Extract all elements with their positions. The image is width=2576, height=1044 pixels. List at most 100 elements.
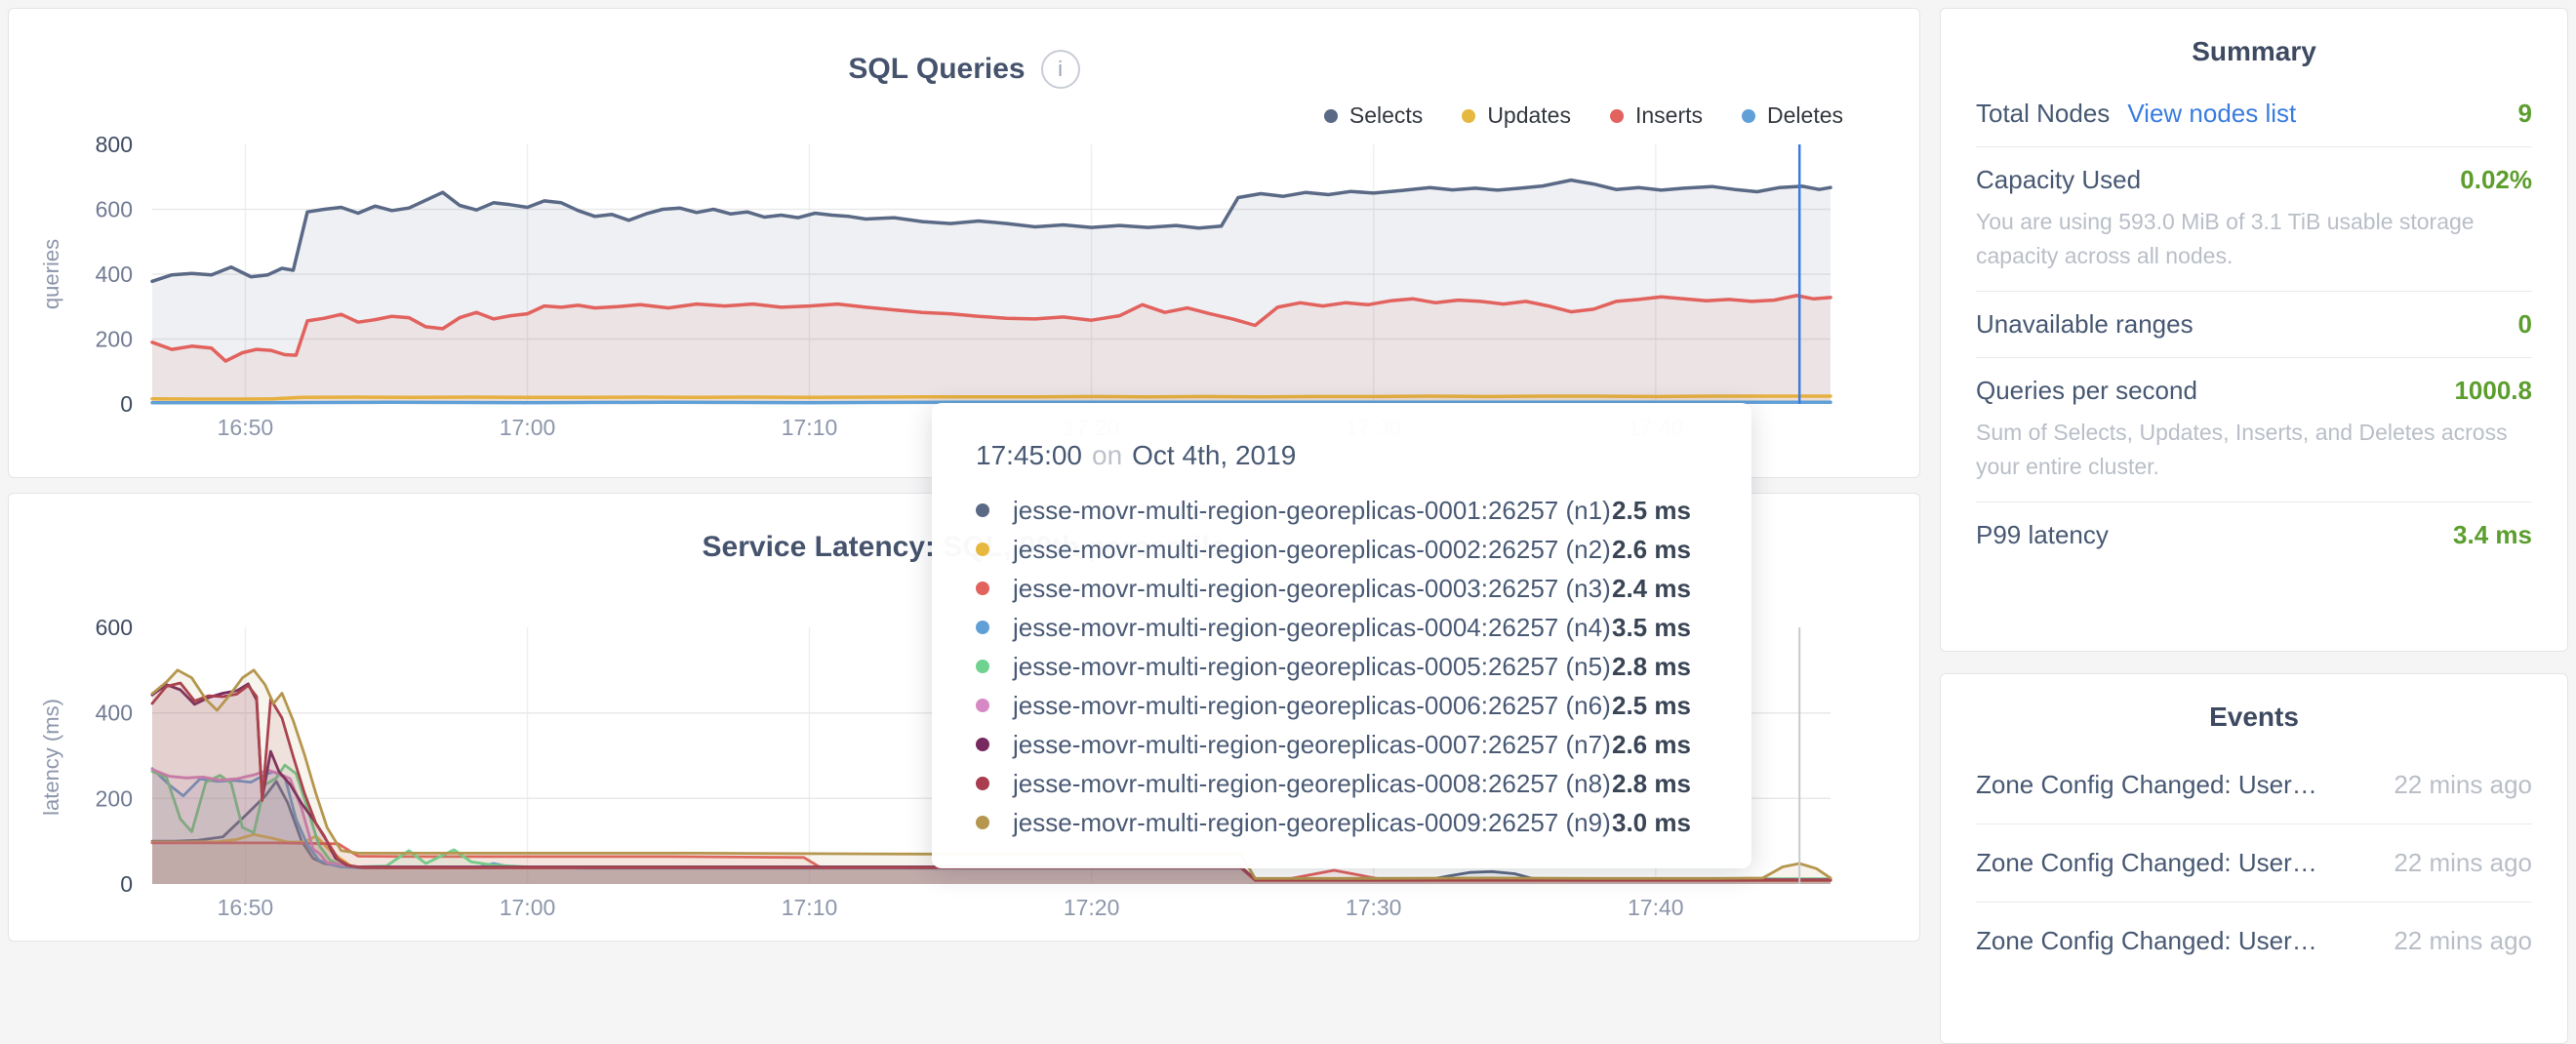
tooltip-row: jesse-movr-multi-region-georeplicas-0004…	[976, 608, 1751, 647]
x-tick-label: 17:00	[500, 895, 556, 920]
summary-row-main: Unavailable ranges 0	[1976, 309, 2532, 340]
tooltip-node-value: 3.5 ms	[1612, 613, 1691, 643]
tooltip-node-value: 3.0 ms	[1612, 808, 1691, 838]
y-tick-label: 200	[96, 327, 133, 352]
legend-label: Updates	[1487, 102, 1571, 129]
summary-rows: Total NodesView nodes list9Capacity Used…	[1941, 81, 2567, 568]
x-tick-label: 17:10	[782, 415, 838, 440]
events-list: Zone Config Changed: User… 22 mins ago Zon…	[1941, 746, 2567, 980]
summary-label: Unavailable ranges	[1976, 309, 2194, 340]
summary-row-main: P99 latency3.4 ms	[1976, 520, 2532, 550]
event-row[interactable]: Zone Config Changed: User…22 mins ago	[1976, 823, 2532, 902]
tooltip-node-name: jesse-movr-multi-region-georeplicas-0002…	[1013, 535, 1612, 565]
tooltip-preposition: on	[1092, 440, 1122, 470]
legend-dot-icon	[1742, 109, 1755, 123]
legend-item-inserts[interactable]: Inserts	[1610, 102, 1703, 129]
tooltip-node-value: 2.8 ms	[1612, 769, 1691, 799]
summary-subtext: Sum of Selects, Updates, Inserts, and De…	[1976, 416, 2532, 484]
events-title: Events	[1941, 702, 2567, 733]
y-tick-label: 200	[96, 785, 133, 811]
summary-row-main: Total NodesView nodes list9	[1976, 99, 2532, 129]
summary-panel: Summary Total NodesView nodes list9Capac…	[1940, 8, 2568, 652]
tooltip-rows: jesse-movr-multi-region-georeplicas-0001…	[976, 491, 1751, 842]
series-dot-icon	[976, 777, 989, 790]
chart-header: SQL Queries i	[9, 50, 1919, 89]
tooltip-row: jesse-movr-multi-region-georeplicas-0009…	[976, 803, 1751, 842]
tooltip-node-name: jesse-movr-multi-region-georeplicas-0004…	[1013, 613, 1612, 643]
tooltip-row: jesse-movr-multi-region-georeplicas-0006…	[976, 686, 1751, 725]
tooltip-node-value: 2.5 ms	[1612, 691, 1691, 721]
event-row[interactable]: Zone Config Changed: User… 22 mins ago	[1976, 902, 2532, 980]
summary-row-unavailable-ranges: Unavailable ranges 0	[1976, 291, 2532, 357]
x-tick-label: 17:20	[1064, 895, 1120, 920]
tooltip-node-value: 2.5 ms	[1612, 496, 1691, 526]
x-tick-label: 17:00	[500, 415, 556, 440]
tooltip-row: jesse-movr-multi-region-georeplicas-0007…	[976, 725, 1751, 764]
tooltip-header: 17:45:00 on Oct 4th, 2019	[976, 440, 1751, 471]
tooltip-row: jesse-movr-multi-region-georeplicas-0002…	[976, 530, 1751, 569]
legend-item-updates[interactable]: Updates	[1462, 102, 1571, 129]
tooltip-time: 17:45:00	[976, 440, 1082, 470]
legend-label: Deletes	[1767, 102, 1843, 129]
tooltip-row: jesse-movr-multi-region-georeplicas-0005…	[976, 647, 1751, 686]
summary-row-queries-per-second: Queries per second 1000.8 Sum of Selects, …	[1976, 357, 2532, 502]
legend-label: Inserts	[1635, 102, 1703, 129]
tooltip-node-name: jesse-movr-multi-region-georeplicas-0009…	[1013, 808, 1612, 838]
series-dot-icon	[976, 738, 989, 751]
summary-value: 0	[2518, 309, 2532, 340]
series-dot-icon	[976, 582, 989, 595]
summary-label: Capacity Used	[1976, 165, 2141, 195]
summary-row-p99-latency: P99 latency3.4 ms	[1976, 502, 2532, 568]
legend-label: Selects	[1349, 102, 1423, 129]
summary-value: 0.02%	[2460, 165, 2532, 195]
series-dot-icon	[976, 621, 989, 634]
series-dot-icon	[976, 660, 989, 673]
summary-subtext: You are using 593.0 MiB of 3.1 TiB usabl…	[1976, 205, 2532, 273]
events-panel: Events Zone Config Changed: User… 22 mins…	[1940, 673, 2568, 1044]
chart-tooltip: 17:45:00 on Oct 4th, 2019 jesse-movr-multi…	[932, 403, 1751, 868]
tooltip-node-name: jesse-movr-multi-region-georeplicas-0001…	[1013, 496, 1612, 526]
tooltip-date: Oct 4th, 2019	[1132, 440, 1296, 470]
x-tick-label: 16:50	[218, 415, 274, 440]
y-tick-label: 400	[96, 701, 133, 726]
legend-dot-icon	[1462, 109, 1475, 123]
tooltip-row: jesse-movr-multi-region-georeplicas-0001…	[976, 491, 1751, 530]
x-tick-label: 17:40	[1628, 895, 1684, 920]
event-label: Zone Config Changed: User…	[1976, 770, 2372, 800]
summary-value: 1000.8	[2454, 376, 2532, 406]
info-icon[interactable]: i	[1041, 50, 1080, 89]
chart-legend: Selects Updates Inserts Deletes	[1324, 102, 1843, 129]
tooltip-node-name: jesse-movr-multi-region-georeplicas-0005…	[1013, 652, 1612, 682]
x-tick-label: 17:30	[1346, 895, 1402, 920]
series-dot-icon	[976, 503, 989, 517]
y-tick-label: 800	[96, 133, 133, 157]
event-timestamp: 22 mins ago	[2394, 770, 2532, 800]
tooltip-node-value: 2.6 ms	[1612, 535, 1691, 565]
tooltip-node-name: jesse-movr-multi-region-georeplicas-0007…	[1013, 730, 1612, 760]
event-timestamp: 22 mins ago	[2394, 926, 2532, 956]
legend-item-deletes[interactable]: Deletes	[1742, 102, 1843, 129]
y-tick-label: 600	[96, 616, 133, 640]
summary-label: Total Nodes	[1976, 99, 2110, 129]
tooltip-node-name: jesse-movr-multi-region-georeplicas-0006…	[1013, 691, 1612, 721]
y-tick-label: 0	[120, 391, 133, 417]
view-nodes-list-link[interactable]: View nodes list	[2127, 99, 2296, 129]
event-label: Zone Config Changed: User…	[1976, 926, 2372, 956]
summary-row-main: Capacity Used 0.02%	[1976, 165, 2532, 195]
summary-row-total-nodes: Total NodesView nodes list9	[1976, 81, 2532, 146]
summary-label: P99 latency	[1976, 520, 2109, 550]
y-tick-label: 400	[96, 261, 133, 287]
legend-dot-icon	[1610, 109, 1624, 123]
series-dot-icon	[976, 542, 989, 556]
x-tick-label: 16:50	[218, 895, 274, 920]
tooltip-row: jesse-movr-multi-region-georeplicas-0003…	[976, 569, 1751, 608]
series-dot-icon	[976, 816, 989, 829]
tooltip-node-value: 2.4 ms	[1612, 574, 1691, 604]
summary-label: Queries per second	[1976, 376, 2197, 406]
event-label: Zone Config Changed: User…	[1976, 848, 2372, 878]
series-dot-icon	[976, 699, 989, 712]
tooltip-row: jesse-movr-multi-region-georeplicas-0008…	[976, 764, 1751, 803]
event-row[interactable]: Zone Config Changed: User… 22 mins ago	[1976, 746, 2532, 823]
legend-item-selects[interactable]: Selects	[1324, 102, 1423, 129]
summary-row-main: Queries per second 1000.8	[1976, 376, 2532, 406]
